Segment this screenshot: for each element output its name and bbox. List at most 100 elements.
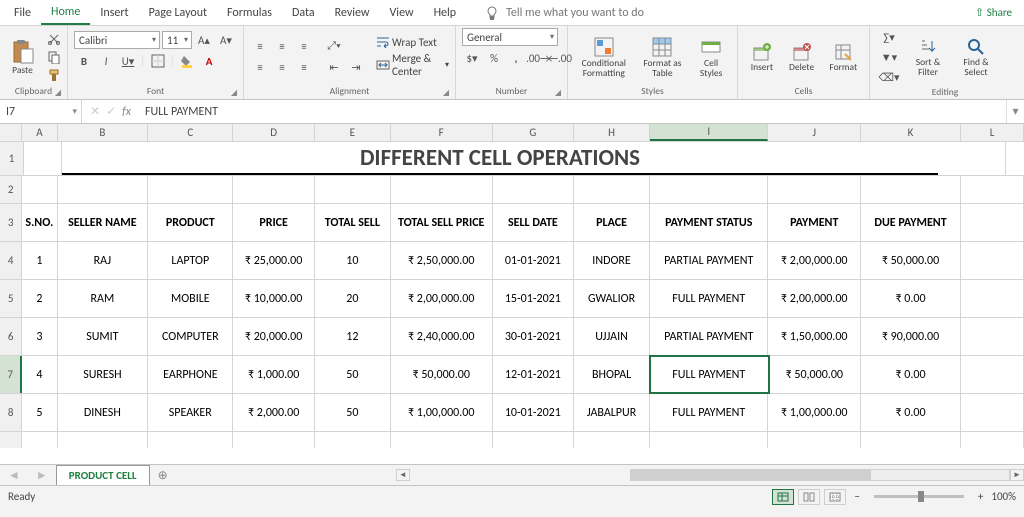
- row-header-1[interactable]: 1: [0, 142, 24, 175]
- share-button[interactable]: ⇧ Share: [975, 6, 1012, 19]
- decrease-decimal-icon[interactable]: ←.00: [550, 49, 570, 67]
- fill-color-icon[interactable]: [177, 52, 197, 70]
- tab-data[interactable]: Data: [282, 2, 325, 24]
- tab-page-layout[interactable]: Page Layout: [139, 2, 217, 24]
- col-K[interactable]: K: [861, 124, 961, 141]
- decrease-font-icon[interactable]: A▾: [216, 31, 236, 49]
- col-C[interactable]: C: [148, 124, 233, 141]
- tab-formulas[interactable]: Formulas: [217, 2, 282, 24]
- col-J[interactable]: J: [768, 124, 861, 141]
- font-color-icon[interactable]: A: [199, 52, 219, 70]
- row-header-5[interactable]: 5: [0, 280, 22, 317]
- row-header-8[interactable]: 8: [0, 394, 22, 431]
- zoom-level[interactable]: 100%: [991, 490, 1016, 503]
- delete-cells-button[interactable]: Delete: [784, 40, 820, 74]
- align-bottom-icon[interactable]: ≡: [294, 37, 314, 55]
- col-G[interactable]: G: [493, 124, 574, 141]
- font-name-combo[interactable]: Calibri: [74, 31, 160, 49]
- align-right-icon[interactable]: ≡: [294, 58, 314, 76]
- sheet-nav-prev-icon[interactable]: ◄: [0, 468, 28, 483]
- col-E[interactable]: E: [315, 124, 391, 141]
- fill-icon[interactable]: ▼▾: [876, 48, 902, 66]
- tab-file[interactable]: File: [4, 2, 41, 24]
- col-D[interactable]: D: [233, 124, 314, 141]
- format-painter-icon[interactable]: [47, 68, 61, 82]
- horizontal-scrollbar[interactable]: [630, 469, 1010, 481]
- bold-button[interactable]: B: [74, 52, 94, 70]
- conditional-formatting-button[interactable]: Conditional Formatting: [574, 34, 634, 80]
- col-I[interactable]: I: [650, 124, 768, 141]
- italic-button[interactable]: I: [96, 52, 116, 70]
- insert-cells-button[interactable]: Insert: [744, 40, 780, 74]
- cell-styles-button[interactable]: Cell Styles: [691, 34, 731, 80]
- expand-formula-icon[interactable]: ▾: [1006, 100, 1024, 123]
- worksheet-grid[interactable]: 1 DIFFERENT CELL OPERATIONS 2 3 S.NO. SE…: [0, 142, 1024, 464]
- sheet-nav-next-icon[interactable]: ►: [28, 468, 56, 483]
- formula-input[interactable]: FULL PAYMENT: [139, 100, 1006, 123]
- normal-view-icon[interactable]: [772, 489, 794, 505]
- currency-icon[interactable]: $▾: [462, 49, 482, 67]
- increase-font-icon[interactable]: A▴: [194, 31, 214, 49]
- col-A[interactable]: A: [22, 124, 57, 141]
- active-cell[interactable]: FULL PAYMENT: [650, 356, 768, 393]
- wrap-text-button[interactable]: Wrap Text: [376, 36, 449, 49]
- align-top-icon[interactable]: ≡: [250, 37, 270, 55]
- number-format-combo[interactable]: General: [462, 28, 558, 46]
- tab-home[interactable]: Home: [41, 1, 90, 25]
- orientation-icon[interactable]: ⤢▾: [324, 37, 344, 55]
- page-break-view-icon[interactable]: [824, 489, 846, 505]
- borders-icon[interactable]: [148, 52, 168, 70]
- merge-center-button[interactable]: Merge & Center ▾: [376, 52, 449, 78]
- align-left-icon[interactable]: ≡: [250, 58, 270, 76]
- comma-icon[interactable]: ,: [506, 49, 526, 67]
- row-header-3[interactable]: 3: [0, 204, 22, 241]
- title-cell[interactable]: DIFFERENT CELL OPERATIONS: [62, 142, 938, 175]
- zoom-out-icon[interactable]: −: [850, 490, 863, 503]
- increase-decimal-icon[interactable]: .00→: [528, 49, 548, 67]
- row-header-4[interactable]: 4: [0, 242, 22, 279]
- hscroll-right-icon[interactable]: ►: [1010, 469, 1024, 481]
- underline-button[interactable]: U ▾: [118, 52, 138, 70]
- col-H[interactable]: H: [574, 124, 650, 141]
- row-header-7[interactable]: 7: [0, 356, 22, 393]
- name-box[interactable]: I7: [0, 100, 82, 123]
- dialog-launcher-icon[interactable]: ◢: [555, 88, 561, 98]
- copy-icon[interactable]: [47, 50, 61, 64]
- zoom-in-icon[interactable]: +: [974, 490, 987, 503]
- tab-view[interactable]: View: [380, 2, 424, 24]
- autosum-icon[interactable]: ∑▾: [876, 28, 902, 46]
- paste-button[interactable]: Paste: [6, 37, 39, 77]
- tab-insert[interactable]: Insert: [90, 2, 138, 24]
- dialog-launcher-icon[interactable]: ◢: [231, 88, 237, 98]
- enter-icon[interactable]: ✓: [106, 104, 116, 119]
- format-cells-button[interactable]: Format: [824, 40, 863, 74]
- sheet-tab-product-cell[interactable]: PRODUCT CELL: [56, 465, 150, 485]
- row-header-2[interactable]: 2: [0, 176, 22, 203]
- select-all-button[interactable]: [0, 124, 22, 141]
- align-center-icon[interactable]: ≡: [272, 58, 292, 76]
- fx-icon[interactable]: fx: [122, 105, 131, 119]
- align-middle-icon[interactable]: ≡: [272, 37, 292, 55]
- row-header-6[interactable]: 6: [0, 318, 22, 355]
- new-sheet-icon[interactable]: ⊕: [150, 468, 176, 483]
- font-size-combo[interactable]: 11: [162, 31, 192, 49]
- tell-me-search[interactable]: Tell me what you want to do: [486, 6, 644, 20]
- col-L[interactable]: L: [961, 124, 1024, 141]
- dialog-launcher-icon[interactable]: ◢: [55, 88, 61, 98]
- percent-icon[interactable]: %: [484, 49, 504, 67]
- hscroll-left-icon[interactable]: ◄: [396, 469, 410, 481]
- col-F[interactable]: F: [391, 124, 493, 141]
- format-as-table-button[interactable]: Format as Table: [638, 34, 688, 80]
- decrease-indent-icon[interactable]: ⇤: [324, 58, 344, 76]
- dialog-launcher-icon[interactable]: ◢: [443, 88, 449, 98]
- cancel-icon[interactable]: ✕: [90, 104, 100, 119]
- col-B[interactable]: B: [58, 124, 149, 141]
- page-layout-view-icon[interactable]: [798, 489, 820, 505]
- increase-indent-icon[interactable]: ⇥: [346, 58, 366, 76]
- sort-filter-button[interactable]: Sort & Filter: [906, 35, 950, 79]
- row-header-9[interactable]: [0, 432, 22, 448]
- tab-review[interactable]: Review: [325, 2, 380, 24]
- tab-help[interactable]: Help: [424, 2, 467, 24]
- clear-icon[interactable]: ⌫▾: [876, 68, 902, 86]
- zoom-slider[interactable]: [874, 495, 964, 498]
